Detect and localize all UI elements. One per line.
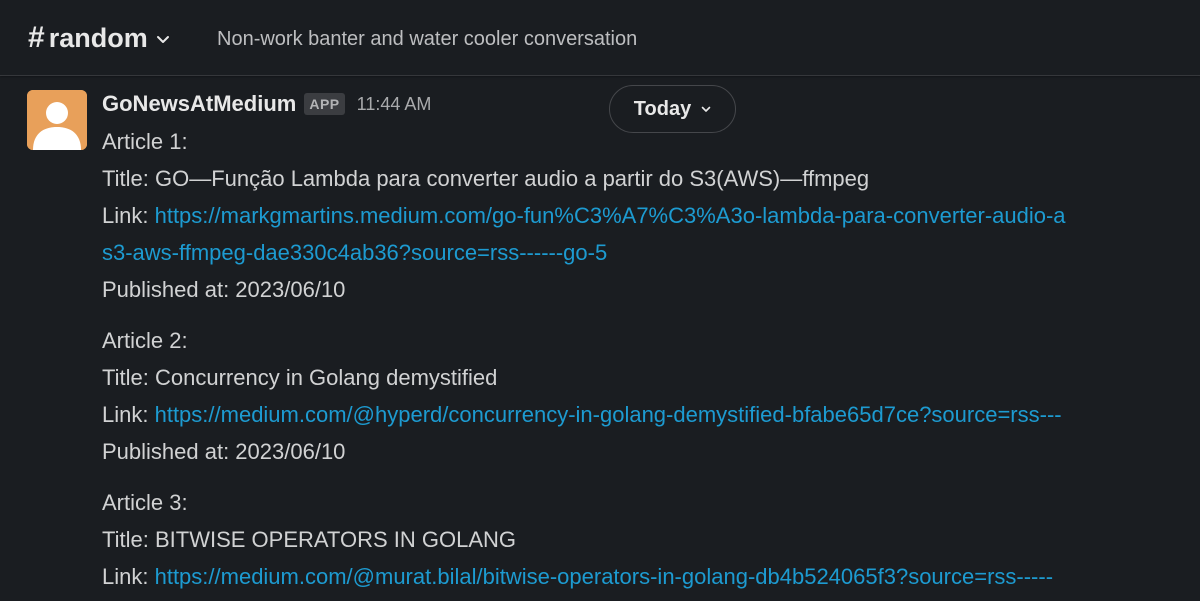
article-heading: Article 3: xyxy=(102,490,188,515)
article: Article 2: Title: Concurrency in Golang … xyxy=(102,322,1200,470)
article-link[interactable]: https://medium.com/@hyperd/concurrency-i… xyxy=(155,402,1062,427)
article-link-line: Link: https://medium.com/@murat.bilal/bi… xyxy=(102,558,1200,595)
article: Article 1: Title: GO—Função Lambda para … xyxy=(102,123,1200,308)
message-timestamp[interactable]: 11:44 AM xyxy=(357,94,432,115)
chevron-down-icon xyxy=(701,106,711,112)
article-link-line: Link: https://medium.com/@hyperd/concurr… xyxy=(102,396,1200,433)
message-header: GoNewsAtMedium APP 11:44 AM xyxy=(102,89,431,119)
channel-name-button[interactable]: # random xyxy=(28,18,170,58)
article-link-line: Link: https://markgmartins.medium.com/go… xyxy=(102,197,1200,234)
article-link-continued[interactable]: s3-aws-ffmpeg-dae330c4ab36?source=rss---… xyxy=(102,240,607,265)
link-label: Link: xyxy=(102,203,155,228)
channel-header: # random Non-work banter and water coole… xyxy=(0,0,1200,76)
sender-name[interactable]: GoNewsAtMedium xyxy=(102,91,296,117)
article-link[interactable]: https://markgmartins.medium.com/go-fun%C… xyxy=(155,203,1066,228)
hash-icon: # xyxy=(28,21,45,54)
article: Article 3: Title: BITWISE OPERATORS IN G… xyxy=(102,484,1200,595)
article-title: BITWISE OPERATORS IN GOLANG xyxy=(154,527,517,552)
date-divider-label: Today xyxy=(633,97,692,120)
link-label: Link: xyxy=(102,564,155,589)
article-published: Published at: 2023/06/10 xyxy=(102,277,346,302)
link-label: Link: xyxy=(102,402,155,427)
article-title: GO—Função Lambda para converter audio a … xyxy=(154,166,870,191)
chevron-down-icon xyxy=(156,36,169,43)
article-title-line: Title: GO—Função Lambda para converter a… xyxy=(102,160,1200,197)
channel-name: random xyxy=(48,23,148,53)
article-heading: Article 2: xyxy=(102,328,188,353)
title-label: Title: xyxy=(102,527,155,552)
title-label: Title: xyxy=(102,166,155,191)
article-title-line: Title: Concurrency in Golang demystified xyxy=(102,359,1200,396)
article-link-line-cont: s3-aws-ffmpeg-dae330c4ab36?source=rss---… xyxy=(102,234,1200,271)
article-title-line: Title: BITWISE OPERATORS IN GOLANG xyxy=(102,521,1200,558)
app-badge: APP xyxy=(304,93,345,115)
message-body: Article 1: Title: GO—Função Lambda para … xyxy=(102,123,1200,601)
article-published: Published at: 2023/06/10 xyxy=(102,439,346,464)
title-label: Title: xyxy=(102,365,155,390)
default-user-avatar-icon xyxy=(27,90,87,150)
article-title: Concurrency in Golang demystified xyxy=(154,365,498,390)
avatar[interactable] xyxy=(27,90,87,150)
message: GoNewsAtMedium APP 11:44 AM Today Articl… xyxy=(0,77,1200,601)
channel-topic[interactable]: Non-work banter and water cooler convers… xyxy=(217,26,637,52)
article-heading: Article 1: xyxy=(102,129,188,154)
article-link[interactable]: https://medium.com/@murat.bilal/bitwise-… xyxy=(155,564,1053,589)
